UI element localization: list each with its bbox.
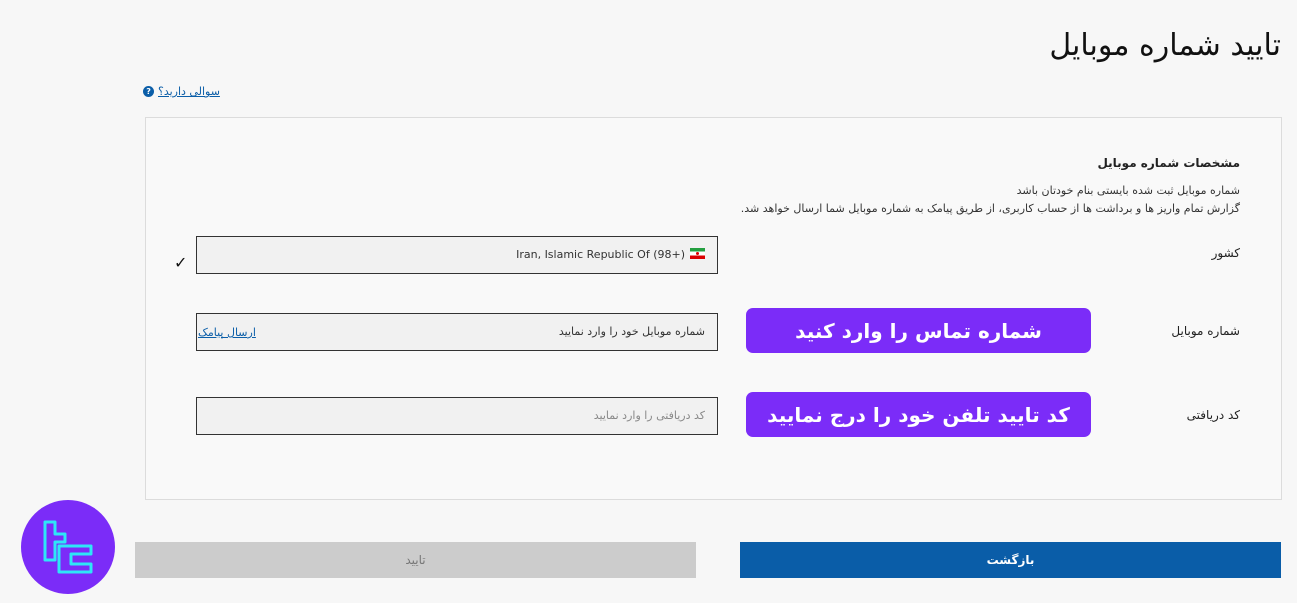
page-title: تایید شماره موبایل <box>1049 28 1281 63</box>
country-value-wrap: Iran, Islamic Republic Of (98+) <box>516 248 705 261</box>
help-link-label: سوالی دارید؟ <box>158 85 220 98</box>
back-button[interactable]: بازگشت <box>740 542 1281 578</box>
code-callout: کد تایید تلفن خود را درج نمایید <box>746 392 1091 437</box>
mobile-input[interactable]: شماره موبایل خود را وارد نمایید <box>559 325 705 338</box>
country-label: کشور <box>1211 246 1240 260</box>
brand-logo <box>21 500 115 594</box>
question-icon: ? <box>143 86 154 97</box>
description-line-1: شماره موبایل ثبت شده بایستی بنام خودتان … <box>1016 184 1240 197</box>
code-field[interactable]: کد دریافتی را وارد نمایید <box>196 397 718 435</box>
mobile-verification-card: مشخصات شماره موبایل شماره موبایل ثبت شده… <box>145 117 1282 500</box>
send-sms-link[interactable]: ارسال پیامک <box>198 326 256 339</box>
mobile-label: شماره موبایل <box>1171 324 1240 338</box>
mobile-field[interactable]: شماره موبایل خود را وارد نمایید ارسال پی… <box>196 313 718 351</box>
section-description: شماره موبایل ثبت شده بایستی بنام خودتان … <box>741 182 1240 218</box>
check-icon: ✓ <box>174 253 188 272</box>
country-select[interactable]: Iran, Islamic Republic Of (98+) <box>196 236 718 274</box>
mobile-callout: شماره تماس را وارد کنید <box>746 308 1091 353</box>
iran-flag-icon <box>690 248 705 259</box>
code-label: کد دریافتی <box>1186 408 1240 422</box>
section-title: مشخصات شماره موبایل <box>1097 156 1240 170</box>
code-input[interactable]: کد دریافتی را وارد نمایید <box>594 409 705 422</box>
country-value: Iran, Islamic Republic Of (98+) <box>516 248 685 261</box>
description-line-2: گزارش تمام واریز ها و برداشت ها از حساب … <box>740 202 1240 215</box>
logo-mark-icon <box>43 520 93 574</box>
confirm-button[interactable]: تایید <box>135 542 696 578</box>
help-link[interactable]: سوالی دارید؟ ? <box>143 85 220 98</box>
